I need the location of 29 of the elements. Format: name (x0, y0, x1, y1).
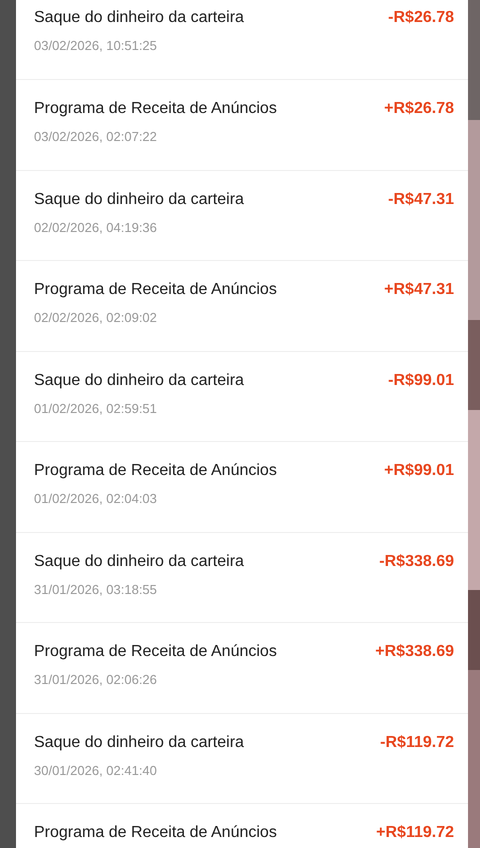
transaction-date: 30/01/2026, 02:41:40 (34, 762, 158, 780)
transaction-title: Saque do dinheiro da carteira (34, 732, 244, 752)
transaction-amount: -R$99.01 (388, 370, 454, 390)
transaction-title: Programa de Receita de Anúncios (34, 823, 277, 843)
transaction-amount: +R$119.72 (376, 823, 454, 843)
transaction-date: 03/02/2026, 02:07:22 (34, 128, 158, 146)
transaction-date: 03/02/2026, 10:51:25 (34, 37, 158, 55)
transaction-title: Saque do dinheiro da carteira (34, 370, 244, 390)
transaction-date: 02/02/2026, 02:09:02 (34, 309, 158, 327)
transaction-date: 31/01/2026, 02:06:26 (34, 671, 158, 689)
transaction-date: 01/02/2026, 02:04:03 (34, 490, 158, 508)
transaction-amount: +R$99.01 (384, 461, 454, 481)
transaction-title: Programa de Receita de Anúncios (34, 99, 277, 119)
transaction-title: Saque do dinheiro da carteira (34, 552, 244, 572)
transaction-amount: -R$338.69 (379, 552, 454, 572)
transaction-amount: +R$338.69 (375, 642, 454, 662)
transaction-amount: +R$26.78 (384, 99, 454, 119)
transaction-title: Programa de Receita de Anúncios (34, 642, 277, 662)
transaction-title: Programa de Receita de Anúncios (34, 461, 277, 481)
transaction-amount: -R$47.31 (388, 190, 454, 210)
transaction-date: 31/01/2026, 03:18:55 (34, 580, 158, 598)
transaction-date: 01/02/2026, 02:59:51 (34, 400, 158, 418)
transaction-title: Saque do dinheiro da carteira (34, 190, 244, 210)
transaction-amount: -R$119.72 (380, 732, 454, 752)
transaction-date: 02/02/2026, 04:19:36 (34, 218, 158, 236)
transaction-title: Saque do dinheiro da carteira (34, 8, 244, 28)
transaction-title: Programa de Receita de Anúncios (34, 280, 277, 300)
transaction-amount: -R$26.78 (388, 8, 454, 28)
transaction-amount: +R$47.31 (384, 280, 454, 300)
